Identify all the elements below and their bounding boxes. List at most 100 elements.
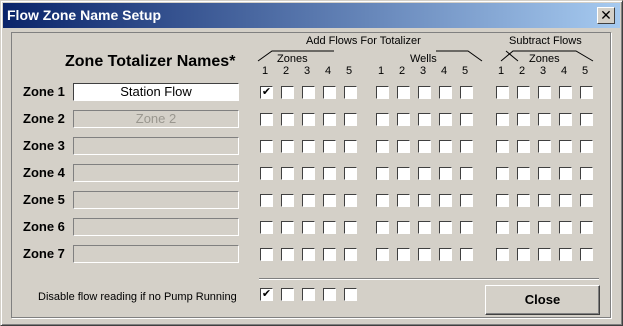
subtract-checkbox[interactable] <box>538 194 551 207</box>
add_zones-checkbox[interactable] <box>302 221 315 234</box>
add_zones-checkbox[interactable] <box>302 248 315 261</box>
wells-checkbox[interactable] <box>460 140 473 153</box>
zone-name-input[interactable] <box>73 245 239 263</box>
subtract-checkbox[interactable] <box>496 194 509 207</box>
wells-checkbox[interactable] <box>418 221 431 234</box>
subtract-checkbox[interactable] <box>517 140 530 153</box>
subtract-checkbox[interactable] <box>580 167 593 180</box>
add_zones-checkbox[interactable] <box>260 248 273 261</box>
add_zones-checkbox[interactable] <box>260 113 273 126</box>
zone-name-input[interactable] <box>73 164 239 182</box>
wells-checkbox[interactable] <box>460 167 473 180</box>
wells-checkbox[interactable] <box>439 194 452 207</box>
subtract-checkbox[interactable] <box>559 194 572 207</box>
add_zones-checkbox[interactable] <box>302 113 315 126</box>
subtract-checkbox[interactable] <box>517 221 530 234</box>
close-button[interactable]: Close <box>485 285 600 315</box>
add_zones-checkbox[interactable] <box>323 86 336 99</box>
wells-checkbox[interactable] <box>418 194 431 207</box>
wells-checkbox[interactable] <box>376 194 389 207</box>
wells-checkbox[interactable] <box>418 140 431 153</box>
wells-checkbox[interactable] <box>376 113 389 126</box>
wells-checkbox[interactable] <box>439 113 452 126</box>
subtract-checkbox[interactable] <box>580 86 593 99</box>
wells-checkbox[interactable] <box>439 86 452 99</box>
title-bar[interactable]: Flow Zone Name Setup ✕ <box>3 3 620 28</box>
wells-checkbox[interactable] <box>376 221 389 234</box>
add_zones-checkbox[interactable] <box>260 167 273 180</box>
add_zones-checkbox[interactable] <box>260 194 273 207</box>
wells-checkbox[interactable] <box>397 167 410 180</box>
subtract-checkbox[interactable] <box>580 248 593 261</box>
add_zones-checkbox[interactable] <box>323 248 336 261</box>
wells-checkbox[interactable] <box>418 113 431 126</box>
add_zones-checkbox[interactable] <box>281 194 294 207</box>
add_zones-checkbox[interactable] <box>323 140 336 153</box>
add_zones-checkbox[interactable] <box>344 248 357 261</box>
subtract-checkbox[interactable] <box>517 113 530 126</box>
subtract-checkbox[interactable] <box>580 140 593 153</box>
subtract-checkbox[interactable] <box>580 194 593 207</box>
add_zones-checkbox[interactable] <box>281 248 294 261</box>
zone-name-input[interactable]: Zone 2 <box>73 110 239 128</box>
subtract-checkbox[interactable] <box>538 86 551 99</box>
subtract-checkbox[interactable] <box>496 221 509 234</box>
add_zones-checkbox[interactable] <box>344 140 357 153</box>
add_zones-checkbox[interactable] <box>281 221 294 234</box>
add_zones-checkbox[interactable] <box>281 86 294 99</box>
wells-checkbox[interactable] <box>397 140 410 153</box>
add_zones-checkbox[interactable] <box>281 113 294 126</box>
subtract-checkbox[interactable] <box>538 167 551 180</box>
wells-checkbox[interactable] <box>460 248 473 261</box>
wells-checkbox[interactable] <box>397 86 410 99</box>
wells-checkbox[interactable] <box>397 194 410 207</box>
disable-flow-checkbox[interactable] <box>323 288 336 301</box>
add_zones-checkbox[interactable] <box>344 167 357 180</box>
add_zones-checkbox[interactable] <box>302 140 315 153</box>
add_zones-checkbox[interactable] <box>281 167 294 180</box>
subtract-checkbox[interactable] <box>538 248 551 261</box>
subtract-checkbox[interactable] <box>559 221 572 234</box>
subtract-checkbox[interactable] <box>496 113 509 126</box>
add_zones-checkbox[interactable] <box>302 86 315 99</box>
subtract-checkbox[interactable] <box>538 113 551 126</box>
add_zones-checkbox[interactable] <box>344 194 357 207</box>
zone-name-input[interactable]: Station Flow <box>73 83 239 101</box>
close-icon[interactable]: ✕ <box>597 7 615 24</box>
wells-checkbox[interactable] <box>418 248 431 261</box>
add_zones-checkbox[interactable] <box>344 221 357 234</box>
wells-checkbox[interactable] <box>418 167 431 180</box>
add_zones-checkbox[interactable] <box>323 113 336 126</box>
wells-checkbox[interactable] <box>397 248 410 261</box>
subtract-checkbox[interactable] <box>538 221 551 234</box>
add_zones-checkbox[interactable] <box>260 221 273 234</box>
add_zones-checkbox[interactable] <box>344 86 357 99</box>
wells-checkbox[interactable] <box>397 113 410 126</box>
add_zones-checkbox[interactable] <box>323 194 336 207</box>
subtract-checkbox[interactable] <box>496 248 509 261</box>
wells-checkbox[interactable] <box>439 248 452 261</box>
disable-flow-checkbox[interactable] <box>281 288 294 301</box>
add_zones-checkbox[interactable] <box>323 221 336 234</box>
zone-name-input[interactable] <box>73 191 239 209</box>
add_zones-checkbox[interactable] <box>302 167 315 180</box>
subtract-checkbox[interactable] <box>517 86 530 99</box>
wells-checkbox[interactable] <box>460 221 473 234</box>
add_zones-checkbox[interactable] <box>281 140 294 153</box>
wells-checkbox[interactable] <box>439 140 452 153</box>
add_zones-checkbox[interactable] <box>302 194 315 207</box>
add_zones-checkbox[interactable]: ✔ <box>260 86 273 99</box>
disable-flow-checkbox[interactable] <box>302 288 315 301</box>
add_zones-checkbox[interactable] <box>323 167 336 180</box>
disable-flow-checkbox[interactable]: ✔ <box>260 288 273 301</box>
zone-name-input[interactable] <box>73 137 239 155</box>
wells-checkbox[interactable] <box>376 86 389 99</box>
add_zones-checkbox[interactable] <box>260 140 273 153</box>
wells-checkbox[interactable] <box>376 248 389 261</box>
subtract-checkbox[interactable] <box>559 167 572 180</box>
subtract-checkbox[interactable] <box>559 248 572 261</box>
disable-flow-checkbox[interactable] <box>344 288 357 301</box>
wells-checkbox[interactable] <box>439 167 452 180</box>
subtract-checkbox[interactable] <box>517 194 530 207</box>
subtract-checkbox[interactable] <box>580 113 593 126</box>
